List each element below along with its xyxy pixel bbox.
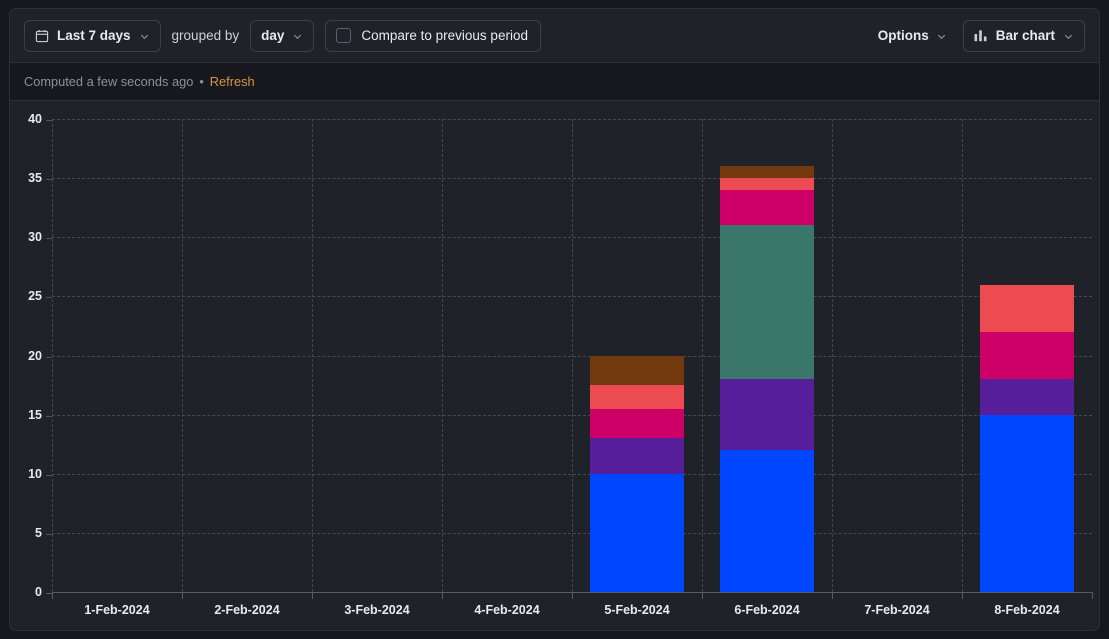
compare-label: Compare to previous period xyxy=(361,28,528,43)
bar-chart-icon xyxy=(974,29,988,42)
analytics-chart-page: Last 7 days grouped by day Compare to pr… xyxy=(0,0,1109,639)
x-axis-tick xyxy=(182,592,183,599)
chevron-down-icon xyxy=(139,30,150,41)
bar-segment[interactable] xyxy=(720,178,814,190)
x-axis: 1-Feb-2024 2-Feb-2024 3-Feb-2024 4-Feb-2024… xyxy=(52,592,1093,630)
chart-toolbar: Last 7 days grouped by day Compare to pr… xyxy=(9,8,1100,62)
date-range-selector[interactable]: Last 7 days xyxy=(24,19,161,52)
toolbar-right-group: Options Bar chart xyxy=(874,19,1085,52)
y-axis-tick-label: 15 xyxy=(28,407,42,422)
plot-area xyxy=(46,119,1092,594)
x-axis-tick-label: 6-Feb-2024 xyxy=(734,603,800,617)
chevron-down-icon xyxy=(1063,30,1074,41)
x-axis-tick xyxy=(442,592,443,599)
status-separator: • xyxy=(199,74,204,89)
bar-segment[interactable] xyxy=(980,414,1074,592)
chevron-down-icon xyxy=(292,30,303,41)
x-axis-tick xyxy=(312,592,313,599)
x-gridline xyxy=(832,119,833,592)
bar-segment[interactable] xyxy=(590,385,684,409)
x-gridline xyxy=(52,119,53,592)
chart-panel: 0 5 10 15 20 25 30 35 40 1-Feb-2024 2-Feb-2024 3-F… xyxy=(9,100,1100,631)
computed-status-text: Computed a few seconds ago xyxy=(24,74,194,89)
x-axis-tick xyxy=(572,592,573,599)
x-axis-tick-label: 4-Feb-2024 xyxy=(474,603,540,617)
x-gridline xyxy=(962,119,963,592)
y-axis-labels: 0 5 10 15 20 25 30 35 40 xyxy=(10,112,50,599)
x-axis-tick xyxy=(962,592,963,599)
compute-status-bar: Computed a few seconds ago • Refresh xyxy=(9,62,1100,100)
bar-segment[interactable] xyxy=(590,355,684,386)
bar-segment[interactable] xyxy=(590,408,684,439)
compare-to-previous-period-toggle[interactable]: Compare to previous period xyxy=(325,19,541,52)
y-axis-tick-label: 35 xyxy=(28,171,42,186)
bar-segment[interactable] xyxy=(720,379,814,451)
y-axis-tick-label: 25 xyxy=(28,289,42,304)
bar-segment[interactable] xyxy=(720,450,814,592)
y-axis-tick-label: 5 xyxy=(35,525,42,540)
x-axis-tick xyxy=(702,592,703,599)
bar-segment[interactable] xyxy=(980,331,1074,380)
options-label: Options xyxy=(877,28,929,43)
x-axis-tick xyxy=(832,592,833,599)
bar-segment[interactable] xyxy=(720,166,814,179)
x-axis-tick-label: 8-Feb-2024 xyxy=(994,603,1060,617)
y-axis-tick-label: 10 xyxy=(28,466,42,481)
x-gridline xyxy=(442,119,443,592)
toolbar-left-group: Last 7 days grouped by day Compare to pr… xyxy=(24,19,541,52)
chevron-down-icon xyxy=(936,30,947,41)
y-axis-tick-label: 0 xyxy=(35,585,42,599)
calendar-icon xyxy=(35,29,49,43)
chart-type-label: Bar chart xyxy=(995,28,1055,43)
y-axis-tick-label: 20 xyxy=(28,348,42,363)
x-gridline xyxy=(572,119,573,592)
options-button[interactable]: Options xyxy=(874,20,951,52)
x-axis-tick-label: 7-Feb-2024 xyxy=(864,603,930,617)
date-range-label: Last 7 days xyxy=(57,28,131,43)
x-axis-tick xyxy=(1092,592,1093,599)
bar-segment[interactable] xyxy=(980,379,1074,415)
group-by-value: day xyxy=(261,28,285,43)
grouped-by-label: grouped by xyxy=(171,28,240,43)
bar-segment[interactable] xyxy=(590,473,684,592)
x-axis-tick-label: 3-Feb-2024 xyxy=(344,603,410,617)
x-gridline xyxy=(182,119,183,592)
x-axis-tick-label: 5-Feb-2024 xyxy=(604,603,670,617)
y-axis-tick-label: 30 xyxy=(28,230,42,245)
bar-segment[interactable] xyxy=(980,284,1074,332)
x-axis-tick-label: 1-Feb-2024 xyxy=(84,603,150,617)
x-gridline xyxy=(702,119,703,592)
y-axis-tick-label: 40 xyxy=(28,112,42,126)
stacked-bar[interactable] xyxy=(590,355,684,592)
x-axis-tick xyxy=(52,592,53,599)
compare-checkbox[interactable] xyxy=(336,28,352,43)
bar-segment[interactable] xyxy=(720,189,814,226)
stacked-bar[interactable] xyxy=(720,166,814,592)
group-by-selector[interactable]: day xyxy=(250,19,315,52)
bar-segment[interactable] xyxy=(720,225,814,380)
chart-type-selector[interactable]: Bar chart xyxy=(962,19,1085,52)
bar-segment[interactable] xyxy=(590,438,684,474)
refresh-link[interactable]: Refresh xyxy=(210,74,255,89)
x-axis-tick-label: 2-Feb-2024 xyxy=(214,603,280,617)
x-gridline xyxy=(312,119,313,592)
stacked-bar[interactable] xyxy=(980,284,1074,592)
